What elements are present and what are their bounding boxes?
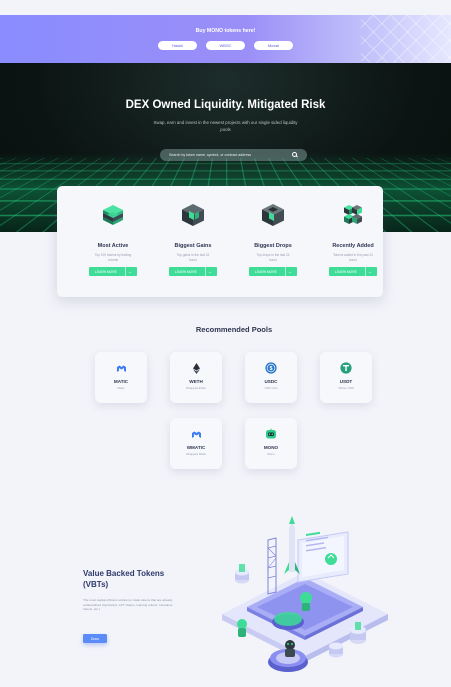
green-cube-stack-icon [103,205,123,225]
hero-subtitle-line2: pools [220,126,231,132]
pool-symbol: MONO [263,445,279,450]
hero-subtitle: Swap, earn and invest in the newest proj… [0,120,451,133]
arrow-right-icon: → [285,267,294,276]
docs-button[interactable]: Docs [83,634,107,643]
vbt-title: Value Backed Tokens (VBTs) [83,568,193,590]
feature-title: Biggest Drops [254,243,292,249]
matic-icon [114,361,128,375]
arrow-right-icon: → [365,267,374,276]
pool-name: Wrapped Matic [185,451,207,456]
pool-symbol: WETH [189,379,203,384]
pool-card-weth[interactable]: WETH Wrapped Ether [170,352,222,403]
feature-biggest-gains: Biggest Gains Top gains in the last 24 h… [165,202,221,276]
promo-buttons: Haskil WBSC Moxsil [0,41,451,50]
mono-icon [264,427,278,441]
feature-title: Most Active [97,243,129,249]
pool-card-matic[interactable]: MATIC Matic [95,352,147,403]
pool-name: Matic [117,385,125,390]
pool-symbol: USDT [339,379,353,384]
feature-desc: Top gains in the last 24 hours [165,253,221,262]
learn-more-label: LEARN MORE [175,269,197,274]
promo-button-1[interactable]: Haskil [158,41,197,50]
promo-banner: Buy MONO tokens here! Haskil WBSC Moxsil [0,15,451,63]
features-card: Most Active Top 100 tokens by trading vo… [57,186,383,297]
promo-button-2[interactable]: WBSC [206,41,245,50]
search-placeholder: Search by token name, symbol, or contrac… [169,153,252,157]
learn-more-button[interactable]: LEARN MORE → [169,267,217,276]
dark-cube-green-icon [182,204,204,226]
pool-symbol: WMATIC [186,445,206,450]
pool-name: USD Coin [264,385,278,390]
vbt-description: The most capital efficient solution to t… [83,598,173,612]
pool-card-usdt[interactable]: USDT Tether USD [320,352,372,403]
promo-button-3[interactable]: Moxsil [254,41,293,50]
learn-more-label: LEARN MORE [255,269,277,274]
cube-cluster-icon [344,205,362,224]
feature-desc-line2: hours [189,257,197,262]
usdt-icon [339,361,353,375]
learn-more-button[interactable]: LEARN MORE → [329,267,377,276]
pool-name: Mono [267,451,275,456]
eth-icon [189,361,203,375]
promo-title: Buy MONO tokens here! [195,28,256,34]
learn-more-button[interactable]: LEARN MORE → [89,267,137,276]
vbt-title-line2: (VBTs) [83,580,109,589]
feature-desc: Tokens added in the past 24 hours [325,253,381,262]
feature-title: Recently Added [332,243,374,249]
recommended-pools-title: Recommended Pools [195,325,273,334]
learn-more-button[interactable]: LEARN MORE → [249,267,297,276]
pool-symbol: USDC [264,379,278,384]
pool-name: Wrapped Ether [185,385,207,390]
feature-biggest-drops: Biggest Drops Top drops in the last 24 h… [245,202,301,276]
matic-icon [189,427,203,441]
pool-card-mono[interactable]: MONO Mono [245,418,297,469]
pool-card-usdc[interactable]: $ USDC USD Coin [245,352,297,403]
feature-desc-line2: hours [349,257,357,262]
pool-symbol: MATIC [113,379,129,384]
svg-text:$: $ [269,366,272,372]
feature-desc-line2: volume [107,257,119,262]
isometric-platform-illustration [222,516,388,672]
arrow-right-icon: → [125,267,134,276]
search-input[interactable]: Search by token name, symbol, or contrac… [160,149,307,161]
learn-more-label: LEARN MORE [335,269,357,274]
feature-desc: Top 100 tokens by trading volume [85,253,141,262]
search-icon[interactable] [292,152,298,158]
hero-title: DEX Owned Liquidity. Mitigated Risk [125,99,326,111]
feature-desc: Top drops in the last 24 hours [245,253,301,262]
pool-card-wmatic[interactable]: WMATIC Wrapped Matic [170,418,222,469]
feature-desc-line1: Tokens added in the past 24 [333,253,373,257]
dark-cube-drop-icon [262,204,284,226]
usdc-icon: $ [264,361,278,375]
learn-more-label: LEARN MORE [95,269,117,274]
vbt-title-line1: Value Backed Tokens [83,569,165,578]
pool-name: Tether USD [338,385,354,390]
feature-title: Biggest Gains [174,243,212,249]
feature-recently-added: Recently Added Tokens added in the past … [325,202,381,276]
feature-desc-line2: hours [269,257,277,262]
feature-most-active: Most Active Top 100 tokens by trading vo… [85,202,141,276]
arrow-right-icon: → [205,267,214,276]
